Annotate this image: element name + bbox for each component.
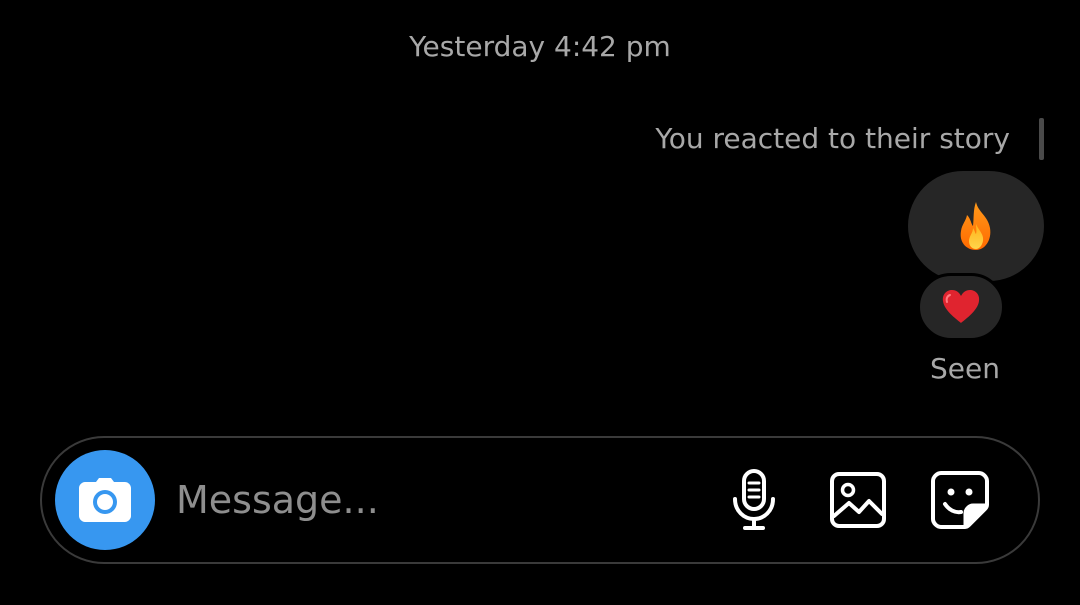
message-timestamp: Yesterday 4:42 pm xyxy=(409,30,671,63)
image-icon xyxy=(830,472,886,528)
seen-status: Seen xyxy=(930,352,1000,385)
camera-icon xyxy=(79,478,131,522)
fire-emoji-icon xyxy=(960,202,991,250)
sticker-icon xyxy=(931,471,989,529)
emoji-message-bubble[interactable] xyxy=(908,171,1044,281)
heart-reaction-icon xyxy=(942,290,980,323)
sticker-button[interactable] xyxy=(928,468,992,532)
microphone-icon xyxy=(733,469,775,530)
message-reaction-pill[interactable] xyxy=(917,273,1005,341)
gallery-button[interactable] xyxy=(826,468,890,532)
story-reaction-label: You reacted to their story xyxy=(655,122,1010,155)
chat-screen: Yesterday 4:42 pm You reacted to their s… xyxy=(0,0,1080,605)
message-input[interactable] xyxy=(176,470,696,530)
voice-message-button[interactable] xyxy=(722,468,786,532)
camera-button[interactable] xyxy=(55,450,155,550)
story-reply-bar xyxy=(1039,118,1044,160)
message-composer xyxy=(40,436,1040,564)
